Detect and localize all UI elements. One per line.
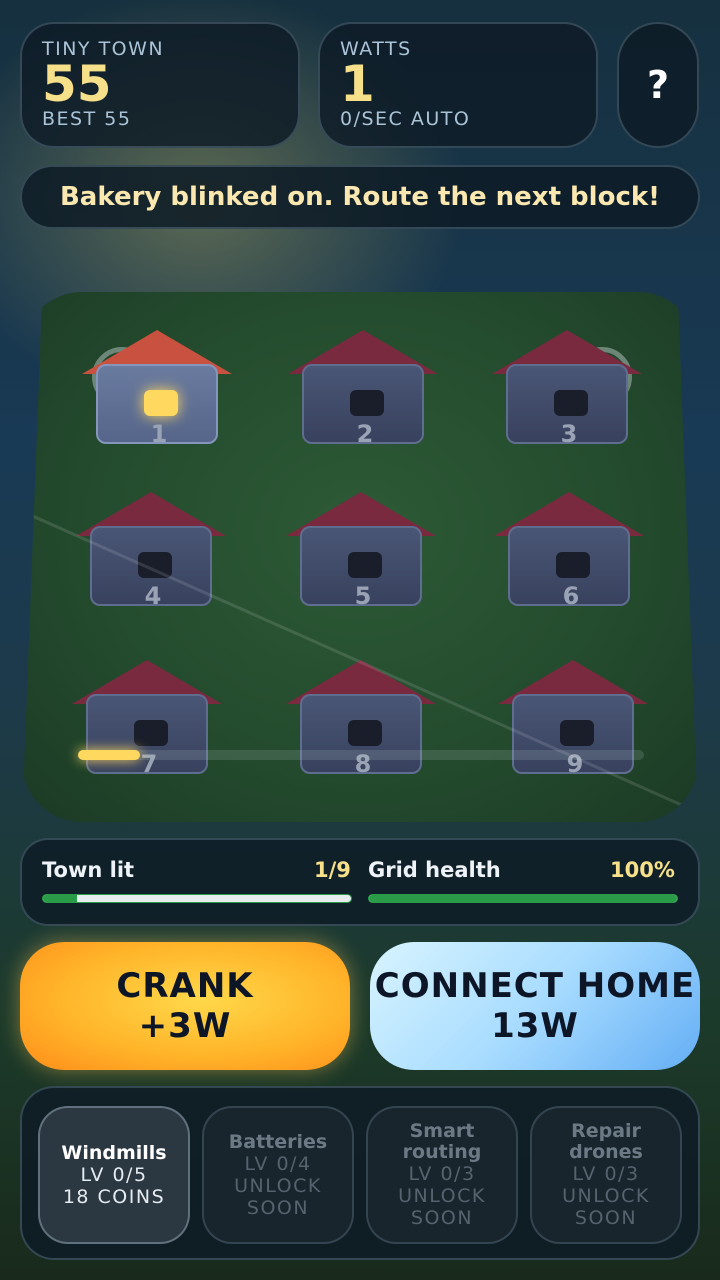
house-wall: 3: [506, 364, 628, 448]
upgrade-level: LV 0/3: [408, 1163, 476, 1185]
crank-button-label: CRANK: [116, 966, 254, 1006]
town-lit-bar-fill: [43, 895, 78, 902]
upgrade-status: UNLOCK: [234, 1174, 322, 1197]
dark-window-icon: [348, 552, 382, 578]
house-wall: 5: [300, 526, 422, 610]
watts-panel: WATTS 1 0/SEC AUTO: [318, 22, 598, 148]
dark-window-icon: [560, 720, 594, 746]
grid-health-label: Grid health: [368, 858, 501, 882]
dark-window-icon: [350, 390, 384, 416]
upgrade-status: UNLOCK: [398, 1185, 486, 1207]
upgrade-status: SOON: [246, 1196, 310, 1219]
help-button[interactable]: ?: [617, 22, 699, 148]
connection-progress-fill: [78, 750, 141, 760]
dark-window-icon: [138, 552, 172, 578]
house-3[interactable]: 3: [492, 330, 642, 450]
dark-window-icon: [554, 390, 588, 416]
upgrades-panel: Windmills LV 0/5 18 COINS Batteries LV 0…: [20, 1086, 700, 1260]
town-lit-label: Town lit: [42, 858, 135, 882]
house-5[interactable]: 5: [286, 492, 436, 612]
house-wall: 9: [512, 694, 634, 778]
house-6[interactable]: 6: [494, 492, 644, 612]
lit-window-icon: [144, 390, 178, 416]
upgrade-level: LV 0/3: [572, 1163, 640, 1185]
upgrade-windmills[interactable]: Windmills LV 0/5 18 COINS: [38, 1106, 190, 1244]
grid-health-bar: [368, 894, 678, 903]
house-wall: 6: [508, 526, 630, 610]
house-8[interactable]: 8: [286, 660, 436, 780]
dark-window-icon: [134, 720, 168, 746]
upgrade-batteries[interactable]: Batteries LV 0/4 UNLOCK SOON: [202, 1106, 354, 1244]
upgrade-level: LV 0/5: [80, 1163, 148, 1186]
house-1[interactable]: 1: [82, 330, 232, 450]
upgrade-cost: 18 COINS: [62, 1185, 166, 1208]
connection-progress-track: [78, 750, 644, 760]
status-message: Bakery blinked on. Route the next block!: [20, 165, 700, 229]
upgrade-name: Smart routing: [402, 1120, 482, 1163]
grid-health-value: 100%: [610, 858, 675, 882]
house-number: 1: [150, 420, 168, 448]
watts-rate: 0/SEC AUTO: [340, 108, 471, 130]
best-score-label: BEST 55: [42, 108, 132, 130]
house-number: 3: [560, 420, 578, 448]
connect-home-label: CONNECT HOME: [374, 966, 696, 1006]
crank-button[interactable]: CRANK +3W: [20, 942, 350, 1070]
dark-window-icon: [556, 552, 590, 578]
house-7[interactable]: 7: [72, 660, 222, 780]
upgrade-repair-drones[interactable]: Repair drones LV 0/3 UNLOCK SOON: [530, 1106, 682, 1244]
house-wall: 1: [96, 364, 218, 448]
upgrade-smart-routing[interactable]: Smart routing LV 0/3 UNLOCK SOON: [366, 1106, 518, 1244]
town-lit-value: 1/9: [314, 858, 351, 882]
house-2[interactable]: 2: [288, 330, 438, 450]
dark-window-icon: [348, 720, 382, 746]
town-score-value: 55: [42, 55, 112, 113]
house-wall: 4: [90, 526, 212, 610]
upgrade-status: UNLOCK: [562, 1185, 650, 1207]
crank-button-gain: +3W: [138, 1006, 232, 1046]
town-meters-panel: Town lit 1/9 Grid health 100%: [20, 838, 700, 926]
upgrade-name: Repair drones: [569, 1120, 643, 1163]
upgrade-status: SOON: [410, 1207, 474, 1229]
connect-home-button[interactable]: CONNECT HOME 13W: [370, 942, 700, 1070]
town-board: 1 2 3 4 5 6 7 8 9: [22, 292, 698, 822]
connect-home-cost: 13W: [491, 1006, 579, 1046]
house-wall: 7: [86, 694, 208, 778]
house-number: 2: [356, 420, 374, 448]
town-lit-bar: [42, 894, 352, 903]
house-number: 4: [144, 582, 162, 610]
house-9[interactable]: 9: [498, 660, 648, 780]
watts-value: 1: [340, 55, 375, 113]
grid-health-bar-fill: [369, 895, 677, 902]
town-score-panel: TINY TOWN 55 BEST 55: [20, 22, 300, 148]
upgrade-name: Batteries: [228, 1130, 328, 1153]
house-number: 6: [562, 582, 580, 610]
house-wall: 8: [300, 694, 422, 778]
upgrade-level: LV 0/4: [244, 1152, 312, 1175]
upgrade-status: SOON: [574, 1207, 638, 1229]
house-number: 5: [354, 582, 372, 610]
house-4[interactable]: 4: [76, 492, 226, 612]
upgrade-name: Windmills: [61, 1141, 167, 1164]
house-wall: 2: [302, 364, 424, 448]
